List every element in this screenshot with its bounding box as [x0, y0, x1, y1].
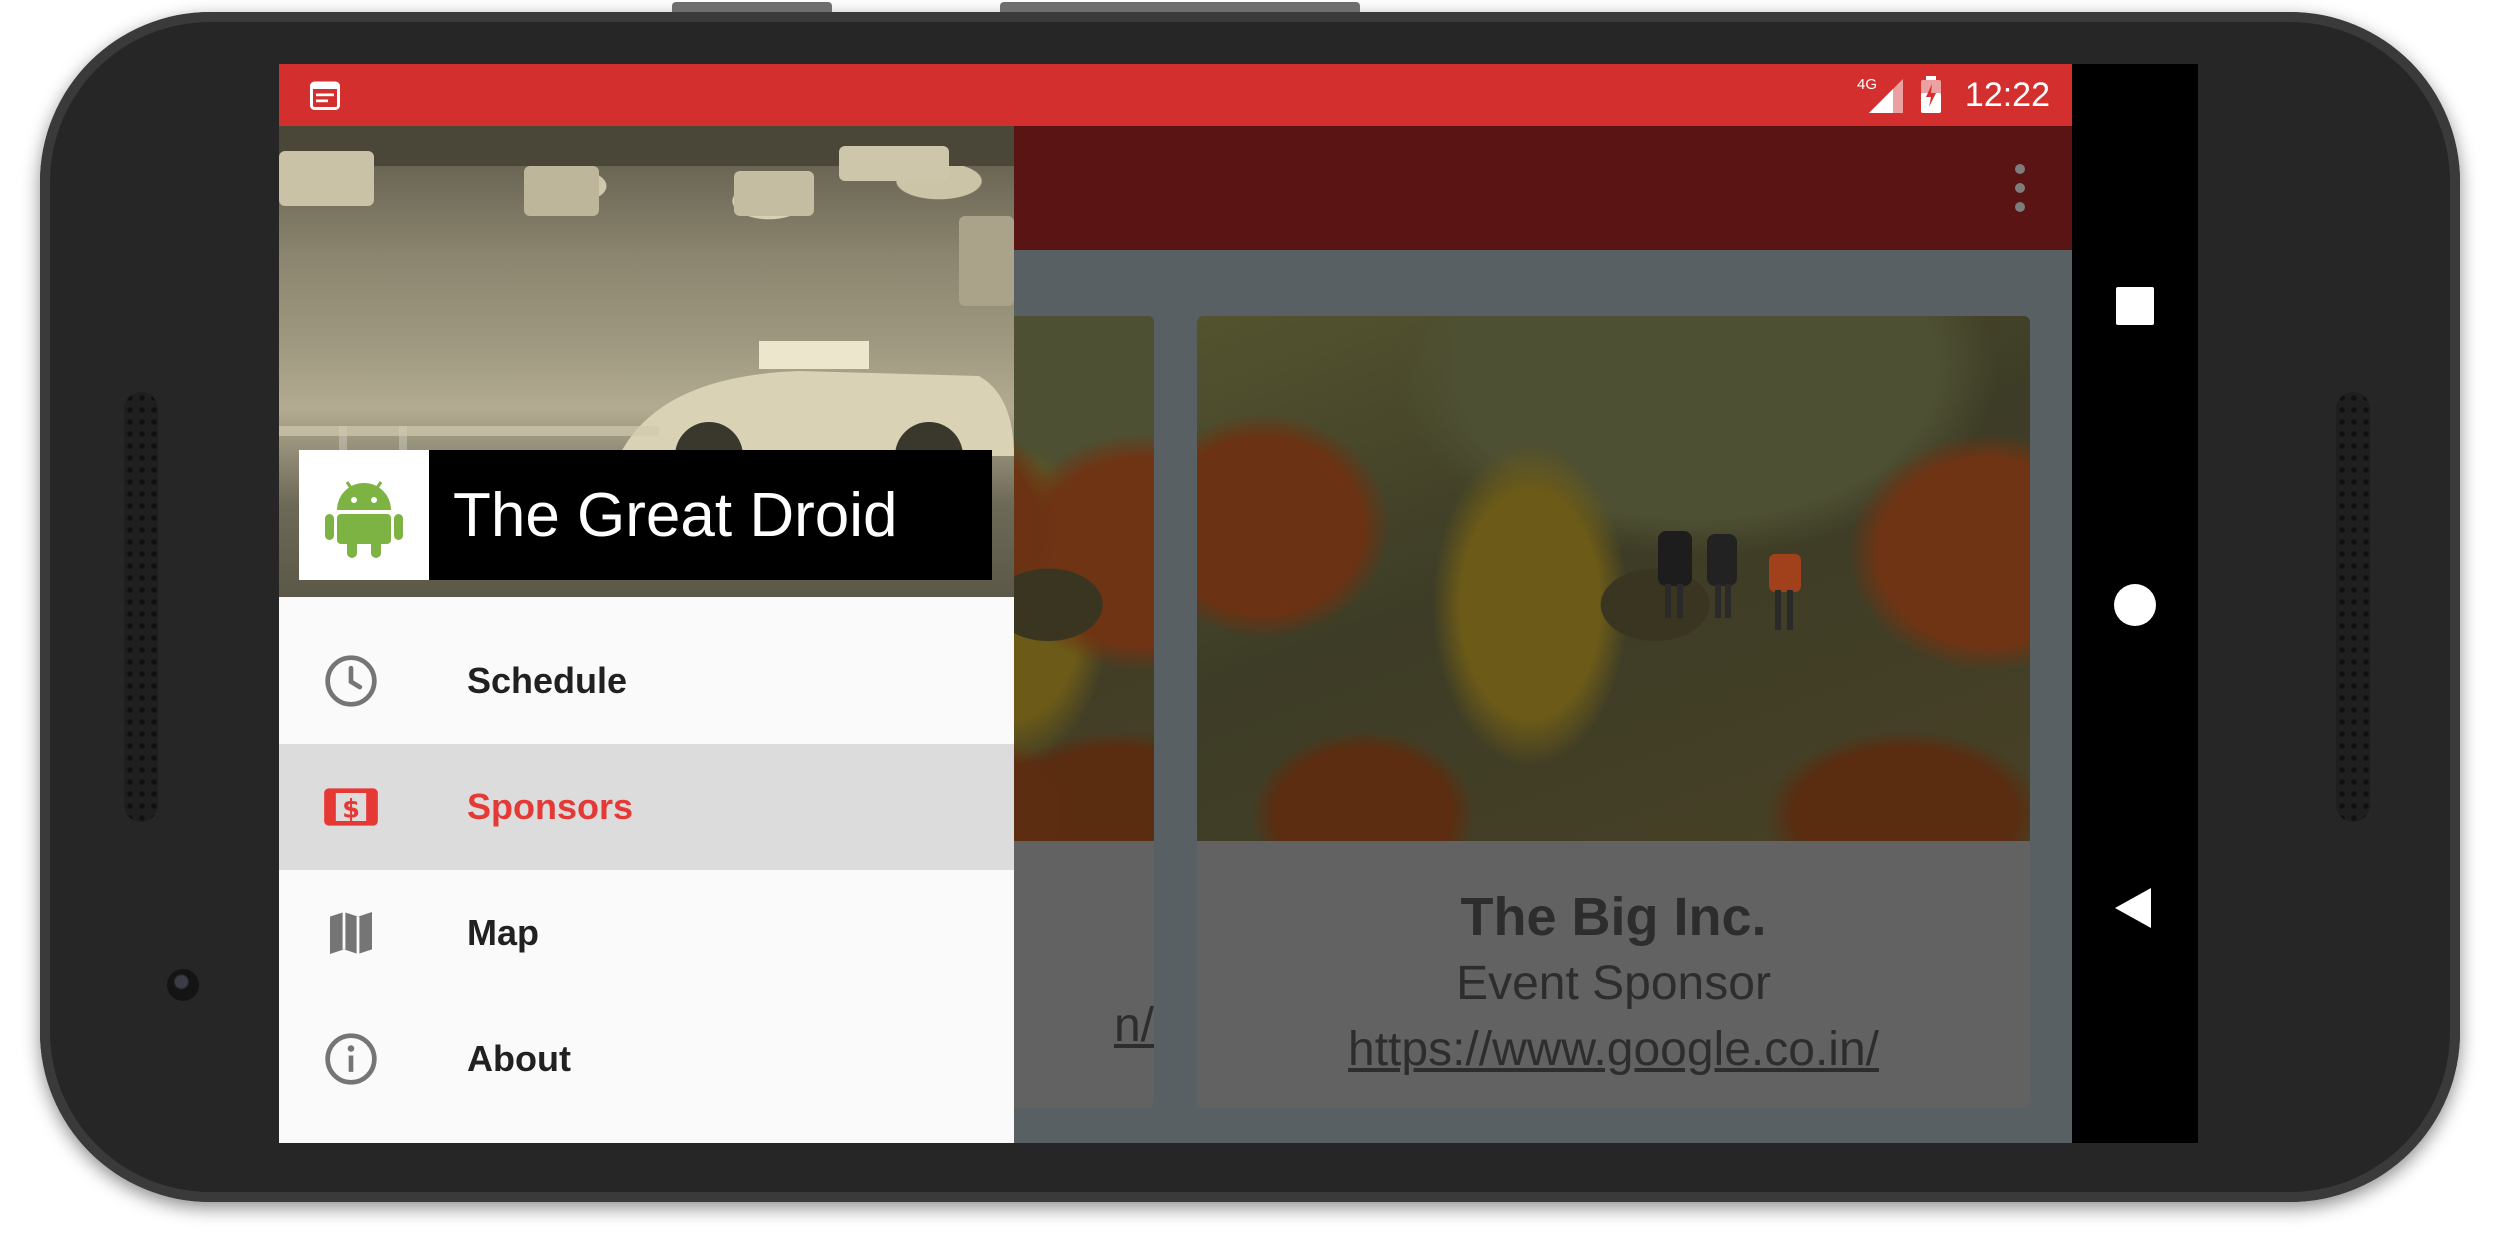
home-icon[interactable] [2111, 581, 2159, 629]
battery-charging-icon [1920, 76, 1941, 113]
recents-icon[interactable] [2111, 282, 2159, 330]
back-icon[interactable] [2111, 884, 2159, 932]
sponsor-link[interactable]: https://www.google.co.in/ [1197, 1022, 2030, 1077]
system-navigation-bar [2072, 64, 2198, 1143]
hikers-illustration [1658, 531, 1801, 630]
left-speaker-grille [124, 392, 158, 822]
status-bar: 4G 12:22 [279, 64, 2072, 126]
volume-button [1000, 2, 1360, 12]
drawer-item-map[interactable]: Map [279, 870, 1014, 996]
calendar-notification-icon [310, 81, 340, 110]
android-icon [299, 450, 429, 580]
status-clock: 12:22 [1964, 75, 2050, 114]
drawer-item-sponsors[interactable]: $ Sponsors [279, 744, 1014, 870]
sponsor-card-link[interactable]: n/ [1114, 998, 1154, 1053]
svg-text:4G: 4G [1857, 76, 1877, 93]
device-screen: n/ The Big Inc. Event Sponsor https://ww… [279, 64, 2198, 1143]
money-icon: $ [324, 788, 378, 826]
drawer-header-image: The Great Droid [279, 126, 1014, 597]
signal-4g-icon: 4G [1857, 76, 1903, 113]
drawer-item-label: Schedule [467, 660, 628, 701]
clock-icon [325, 655, 377, 707]
sponsor-name: The Big Inc. [1460, 887, 1767, 947]
sponsor-role: Event Sponsor [1456, 957, 1771, 1010]
navigation-drawer: The Great Droid Schedule $ Sponsors Map … [279, 126, 1014, 1143]
map-icon [330, 912, 372, 954]
drawer-item-about[interactable]: About [279, 996, 1014, 1122]
more-vert-icon[interactable] [2009, 164, 2031, 212]
drawer-item-label: Map [467, 912, 539, 953]
svg-text:$: $ [342, 795, 360, 825]
drawer-item-label: About [467, 1038, 571, 1079]
sponsor-card-image [1197, 316, 2030, 841]
drawer-header-title: The Great Droid [453, 480, 898, 550]
power-button [672, 2, 832, 12]
right-speaker-grille [2336, 392, 2370, 822]
drawer-header-banner: The Great Droid [299, 450, 992, 580]
sponsor-card[interactable]: The Big Inc. Event Sponsor https://www.g… [1197, 316, 2030, 1108]
front-camera [167, 969, 199, 1001]
info-icon [325, 1033, 377, 1085]
drawer-item-schedule[interactable]: Schedule [279, 618, 1014, 744]
drawer-item-label: Sponsors [467, 786, 634, 827]
